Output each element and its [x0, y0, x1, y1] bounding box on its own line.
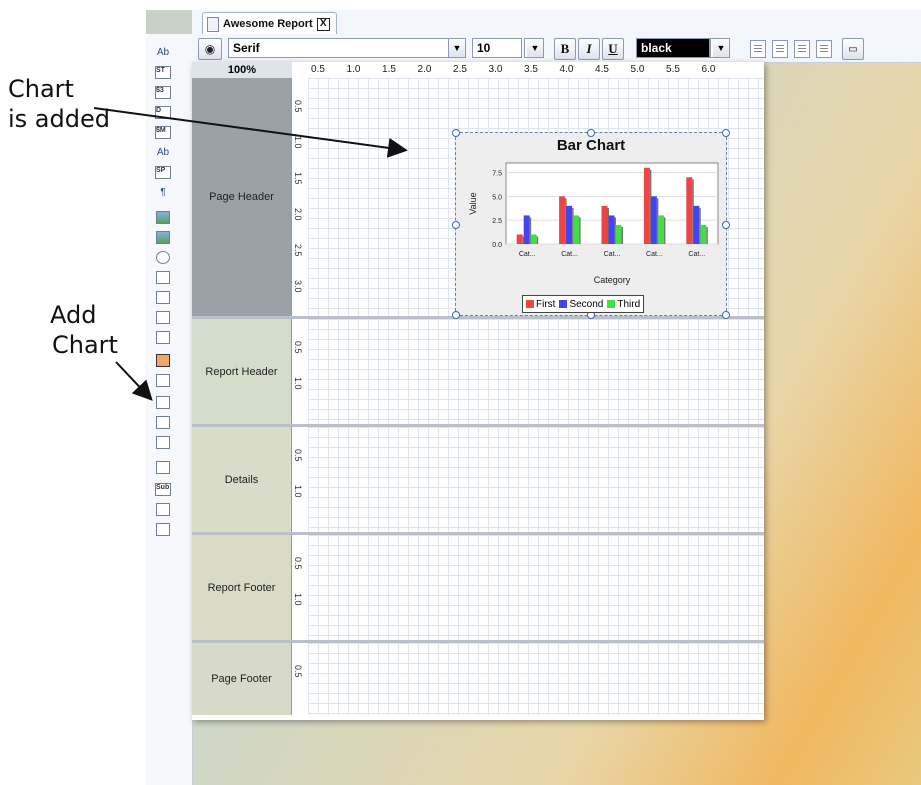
add-chart-arrow: [115, 361, 153, 401]
annotation-arrows: [93, 107, 408, 401]
chart-added-arrow: [93, 107, 408, 158]
